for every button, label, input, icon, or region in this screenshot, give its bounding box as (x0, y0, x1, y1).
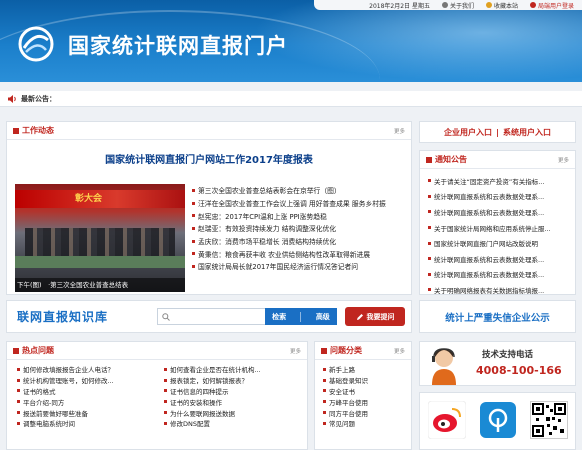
list-item[interactable]: 国家统计联网直报门户网站改版说明 (428, 235, 569, 251)
latest-notice-bar: 最新公告： (0, 91, 582, 107)
photo-caption: 下午(图) ·第三次全国农业普查总结表 (15, 278, 185, 292)
enterprise-entrance-link[interactable]: 企业用户入口 (444, 127, 492, 138)
question-categories-panel: 问题分类 更多 新手上路 基础登录知识 安全证书 万峰平台使用 同方平台使用 常… (314, 341, 412, 450)
bullet-icon (13, 127, 19, 134)
star-icon (485, 2, 492, 8)
headline-link[interactable]: 国家统计联网直报门户网站工作2017年度报表 (7, 151, 411, 166)
notices-list: 关于请关注“固定资产投资”有关指标... 统计联网直报系统和云表数据处理系...… (420, 169, 575, 298)
list-item[interactable]: 如何修改填报报告企业人电话？ (17, 364, 154, 375)
hot-questions-title: 热点问题 (22, 346, 54, 355)
list-item[interactable]: 平台介绍-同方 (17, 396, 154, 407)
list-item[interactable]: 如何查看企业是否在统计机构... (164, 364, 301, 375)
search-button[interactable]: 检索 (272, 312, 286, 322)
list-item[interactable]: 黄秉信：粮食再获丰收 农业供给侧结构性改革取得新进展 (192, 247, 407, 260)
work-news-title: 工作动态 (22, 126, 54, 135)
qr-code-icon (530, 401, 568, 439)
site-title: 国家统计联网直报门户 (68, 34, 288, 58)
user-entrance-bar: 企业用户入口 | 系统用户入口 (419, 121, 576, 143)
speaker-icon (8, 94, 16, 103)
notices-header: 通知公告 更多 (420, 151, 575, 169)
list-item[interactable]: 关于国家统计局网络和应用系统停止服... (428, 220, 569, 236)
system-entrance-link[interactable]: 系统用户入口 (503, 127, 551, 138)
entrance-separator: | (496, 127, 499, 137)
list-item[interactable]: 同方平台使用 (323, 407, 405, 418)
top-utility-bar: 2018年2月2日 星期五 关于我们 收藏本站 局端用户登录 (314, 0, 582, 10)
list-item[interactable]: 赵宪忠：2017年CPI温和上涨 PPI涨势趋稳 (192, 209, 407, 222)
support-phone: 4008-100-166 (476, 364, 562, 377)
hot-questions-right-list: 如何查看企业是否在统计机构... 报表锁定，如何解锁报表？ 证书信息的四种提示 … (164, 364, 301, 429)
list-item[interactable]: 证书信息的四种提示 (164, 386, 301, 397)
edit-icon (356, 313, 363, 320)
home-icon (441, 2, 448, 8)
list-item[interactable]: 万峰平台使用 (323, 396, 405, 407)
site-header: 2018年2月2日 星期五 关于我们 收藏本站 局端用户登录 国家统计联网直报门… (0, 0, 582, 82)
ask-question-button[interactable]: 我要提问 (345, 307, 405, 326)
hot-questions-header: 热点问题 更多 (7, 342, 307, 360)
weibo-icon[interactable] (427, 400, 467, 440)
work-news-panel: 工作动态 更多 国家统计联网直报门户网站工作2017年度报表 彰大会 下午(图)… (6, 121, 412, 295)
list-item[interactable]: 常见问题 (323, 418, 405, 429)
tech-support-box: 技术支持电话 4008-100-166 (419, 341, 576, 386)
list-item[interactable]: 第三次全国农业普查总结表彰会在京举行（图） (192, 184, 407, 197)
about-link[interactable]: 关于我们 (441, 1, 474, 10)
list-item[interactable]: 证书的安装和操作 (164, 396, 301, 407)
list-item[interactable]: 新手上路 (323, 364, 405, 375)
notices-panel: 通知公告 更多 关于请关注“固定资产投资”有关指标... 统计联网直报系统和云表… (419, 150, 576, 295)
app-icon[interactable] (479, 401, 517, 439)
hot-questions-panel: 热点问题 更多 如何修改填报报告企业人电话？ 统计机构管理账号，如何修改... … (6, 341, 308, 450)
list-item[interactable]: 关于明确网络报表有关数据指标填报... (428, 282, 569, 298)
hot-questions-left-list: 如何修改填报报告企业人电话？ 统计机构管理账号，如何修改... 证书的格式 平台… (17, 364, 154, 429)
blacklist-link[interactable]: 统计上严重失信企业公示 (419, 300, 576, 333)
list-item[interactable]: 统计联网直报系统和云表数据处理系... (428, 204, 569, 220)
list-item[interactable]: 证书的格式 (17, 386, 154, 397)
bullet-icon (321, 347, 327, 354)
date-text: 2018年2月2日 星期五 (369, 2, 430, 10)
knowledge-base-bar: 联网直报知识库 检索 高级 我要提问 (6, 300, 412, 333)
list-item[interactable]: 基础登录知识 (323, 375, 405, 386)
list-item[interactable]: 调整电脑系统时间 (17, 418, 154, 429)
notice-label: 最新公告： (21, 94, 56, 103)
knowledge-base-title: 联网直报知识库 (17, 310, 109, 324)
categories-list: 新手上路 基础登录知识 安全证书 万峰平台使用 同方平台使用 常见问题 (315, 360, 411, 429)
list-item[interactable]: 安全证书 (323, 386, 405, 397)
knowledge-search-input[interactable] (157, 308, 265, 325)
list-item[interactable]: 为什么要联网报送数据 (164, 407, 301, 418)
work-news-header: 工作动态 更多 (7, 122, 411, 140)
site-logo-icon[interactable] (16, 26, 56, 62)
notices-more-link[interactable]: 更多 (558, 156, 569, 164)
list-item[interactable]: 汪洋在全国农业普查工作会议上强调 用好普查成果 服务乡村振 (192, 197, 407, 210)
list-item[interactable]: 关于请关注“固定资产投资”有关指标... (428, 173, 569, 189)
hot-more-link[interactable]: 更多 (290, 347, 301, 355)
list-item[interactable]: 国家统计局局长就2017年国民经济运行情况答记者问 (192, 260, 407, 273)
favorite-link[interactable]: 收藏本站 (485, 1, 518, 10)
search-icon (162, 312, 170, 321)
list-item[interactable]: 修改DNS配置 (164, 418, 301, 429)
work-news-list: 第三次全国农业普查总结表彰会在京举行（图） 汪洋在全国农业普查工作会议上强调 用… (192, 184, 407, 273)
notices-title: 通知公告 (435, 155, 467, 164)
list-item[interactable]: 赵瑞亚：有效投资持续发力 结构调整深化优化 (192, 222, 407, 235)
work-more-link[interactable]: 更多 (394, 127, 405, 135)
list-item[interactable]: 报表锁定，如何解锁报表？ (164, 375, 301, 386)
social-qr-box (419, 392, 576, 450)
list-item[interactable]: 孟庆欣：消费市场平稳增长 消费结构持续优化 (192, 235, 407, 248)
list-item[interactable]: 统计机构管理账号，如何修改... (17, 375, 154, 386)
advanced-search-button[interactable]: 高级 (316, 312, 330, 322)
user-icon (529, 2, 536, 8)
list-item[interactable]: 统计联网直报系统和云表数据处理系... (428, 251, 569, 267)
support-agent-icon (432, 348, 456, 385)
categories-more-link[interactable]: 更多 (394, 347, 405, 355)
bullet-icon (13, 347, 19, 354)
news-photo[interactable]: 彰大会 下午(图) ·第三次全国农业普查总结表 (15, 184, 185, 292)
list-item[interactable]: 报送前要做好哪些准备 (17, 407, 154, 418)
login-link[interactable]: 局端用户登录 (529, 1, 574, 10)
list-item[interactable]: 统计联网直报系统和云表数据处理系... (428, 189, 569, 205)
photo-banner: 彰大会 (15, 190, 185, 208)
list-item[interactable]: 统计联网直报系统和云表数据处理系... (428, 267, 569, 283)
categories-title: 问题分类 (330, 346, 362, 355)
search-button-group: 检索 高级 (265, 308, 337, 325)
bullet-icon (426, 156, 432, 163)
categories-header: 问题分类 更多 (315, 342, 411, 360)
support-label: 技术支持电话 (482, 350, 534, 360)
